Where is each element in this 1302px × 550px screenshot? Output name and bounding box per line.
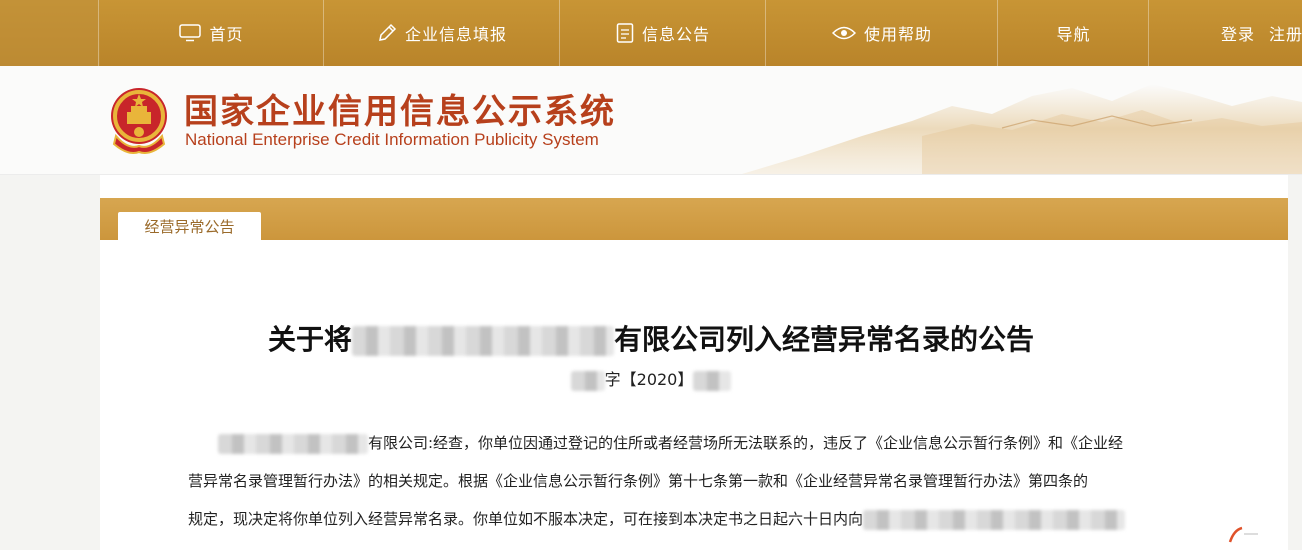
notice-paragraph-line-2: 营异常名录管理暂行办法》的相关规定。根据《企业信息公示暂行条例》第十七条第一款和… — [188, 470, 1088, 491]
site-header: 国家企业信用信息公示系统 National Enterprise Credit … — [0, 66, 1302, 175]
nav-auth: 登录 注册 — [1148, 0, 1302, 66]
pen-icon — [377, 23, 397, 43]
notice-title: 关于将 有限公司列入经营异常名录的公告 — [0, 318, 1302, 358]
redacted-number-suffix — [693, 370, 732, 391]
notice-paragraph-line-3: 规定，现决定将你单位列入经营异常名录。你单位如不服本决定，可在接到本决定书之日起… — [188, 508, 1126, 530]
notice-number-prefix: 字 — [604, 370, 621, 389]
notice-paragraph-line-1: 有限公司:经查，你单位因通过登记的住所或者经营场所无法联系的，违反了《企业信息公… — [218, 432, 1123, 454]
nav-report[interactable]: 企业信息填报 — [323, 0, 560, 66]
nav-notice[interactable]: 信息公告 — [559, 0, 766, 66]
nav-report-label: 企业信息填报 — [404, 25, 507, 44]
nav-guide-label: 导航 — [1056, 25, 1091, 44]
nav-left-edge — [0, 0, 100, 66]
monitor-icon — [179, 24, 202, 42]
tab-label: 经营异常公告 — [144, 217, 235, 236]
nav-help[interactable]: 使用帮助 — [765, 0, 998, 66]
nav-home[interactable]: 首页 — [98, 0, 324, 66]
nav-guide[interactable]: 导航 — [997, 0, 1149, 66]
nav-notice-label: 信息公告 — [641, 25, 710, 44]
redacted-number-prefix — [570, 370, 605, 391]
notice-content-panel — [100, 240, 1288, 550]
notice-number-year: 【2020】 — [620, 370, 694, 389]
eye-icon — [831, 25, 856, 41]
login-link[interactable]: 登录 — [1221, 21, 1255, 45]
national-emblem-icon — [108, 86, 170, 158]
left-gutter — [0, 175, 100, 550]
paragraph-3-text: 规定，现决定将你单位列入经营异常名录。你单位如不服本决定，可在接到本决定书之日起… — [188, 510, 864, 528]
redacted-company-ref — [218, 433, 368, 454]
nav-help-label: 使用帮助 — [863, 25, 932, 44]
paragraph-2-text: 营异常名录管理暂行办法》的相关规定。根据《企业信息公示暂行条例》第十七条第一款和… — [188, 472, 1089, 490]
tab-abnormal-operation-notice[interactable]: 经营异常公告 — [118, 212, 261, 240]
system-title: 国家企业信用信息公示系统 — [184, 92, 616, 132]
redacted-authority-name — [863, 509, 1126, 530]
notice-title-suffix: 有限公司列入经营异常名录的公告 — [614, 323, 1035, 356]
top-nav-bar: 首页 企业信息填报 信息公告 使用帮助 导航 登录 注册 — [0, 0, 1302, 66]
notice-number: 字【2020】 — [0, 366, 1302, 391]
right-gutter — [1288, 175, 1302, 550]
nav-home-label: 首页 — [209, 25, 244, 44]
register-link[interactable]: 注册 — [1269, 21, 1302, 45]
paragraph-1-text: 有限公司:经查，你单位因通过登记的住所或者经营场所无法联系的，违反了《企业信息公… — [368, 434, 1124, 452]
section-header-band — [100, 198, 1288, 240]
notice-title-prefix: 关于将 — [267, 323, 352, 356]
redacted-company-name — [352, 326, 614, 356]
red-mark-icon — [1228, 524, 1258, 548]
great-wall-illustration — [742, 66, 1302, 178]
document-icon — [616, 23, 634, 43]
system-subtitle: National Enterprise Credit Information P… — [185, 130, 599, 149]
